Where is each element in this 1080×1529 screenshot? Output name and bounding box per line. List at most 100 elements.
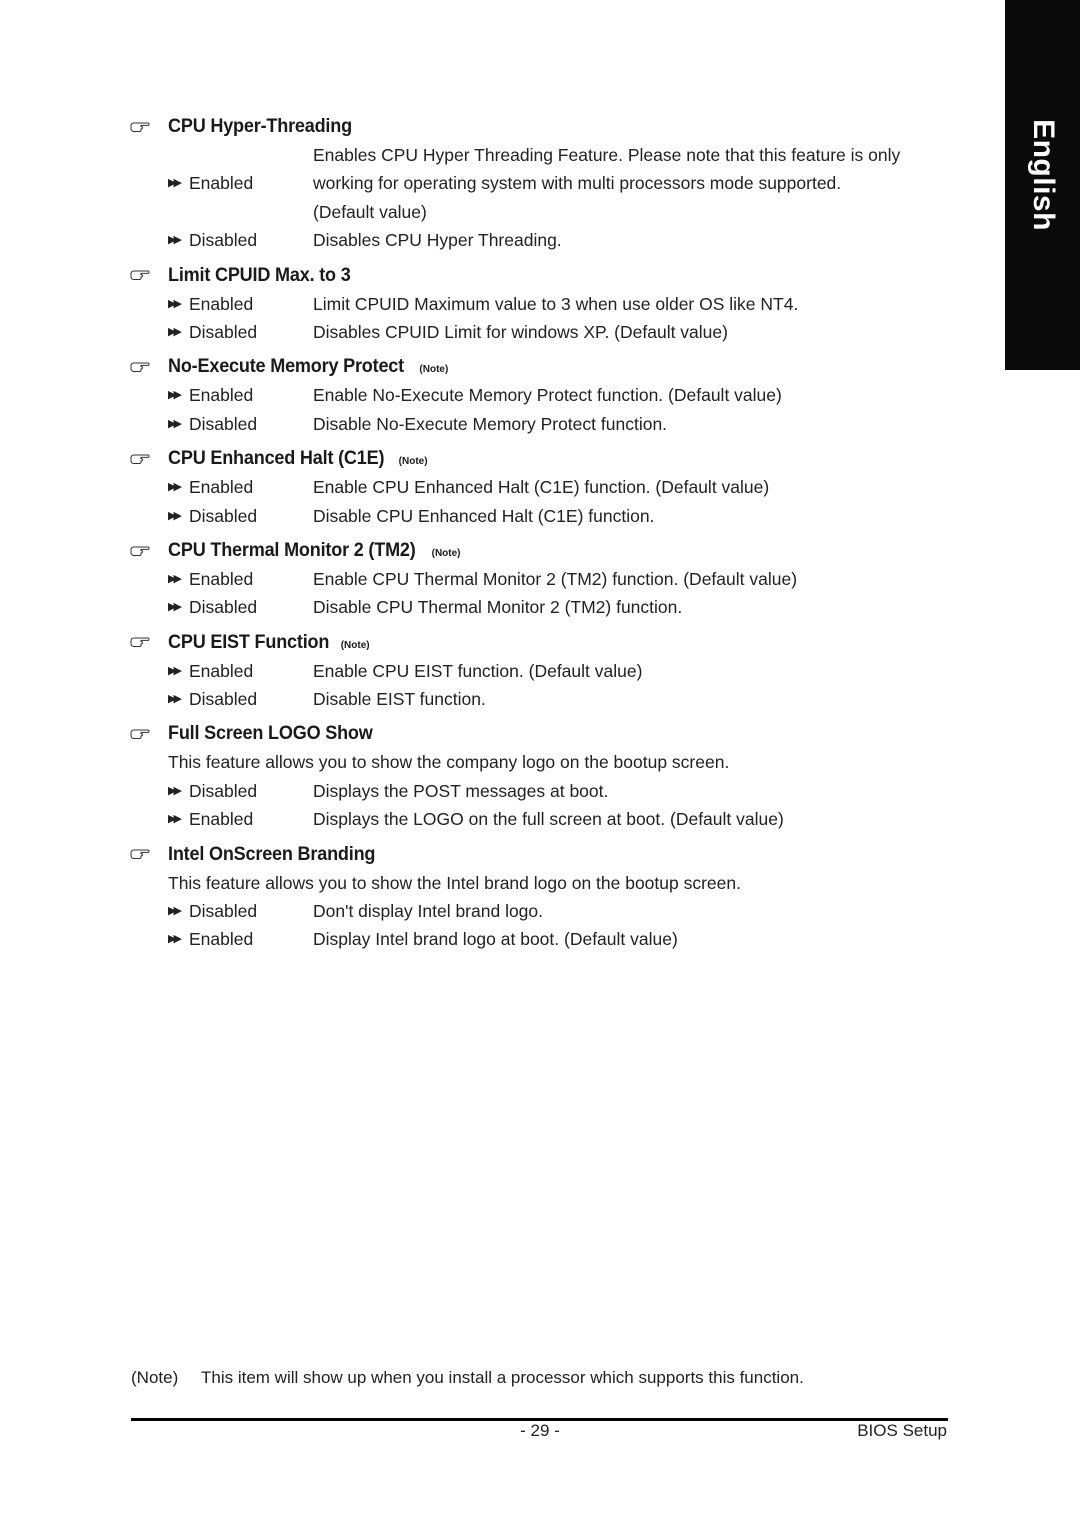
option-label: Enabled (189, 293, 254, 314)
section-intro: This feature allows you to show the comp… (168, 752, 730, 773)
pointing-hand-icon (130, 719, 168, 748)
section-heading: CPU EIST Function (Note) (130, 628, 950, 657)
double-arrow-icon: ▶▶ (168, 601, 182, 614)
option-label: Disabled (189, 689, 258, 710)
option-description-block: Disable EIST function. (313, 685, 950, 713)
option-value: ▶▶ Enabled (130, 805, 313, 833)
option-row: ▶▶ Enabled Limit CPUID Maximum value to 3 … (130, 290, 950, 318)
bios-option-section: Full Screen LOGO Show This feature allows… (130, 719, 950, 839)
option-value: ▶▶ Enabled (130, 657, 313, 685)
option-description-block: Displays the LOGO on the full screen at … (313, 805, 950, 833)
double-arrow-icon: ▶▶ (168, 177, 182, 190)
note-superscript: (Note) (340, 639, 370, 651)
option-description-block: Enables CPU Hyper Threading Feature. Ple… (313, 141, 950, 226)
option-description-block: Disable CPU Thermal Monitor 2 (TM2) func… (313, 593, 950, 621)
pointing-hand-icon (130, 261, 168, 290)
option-value: ▶▶ Enabled (130, 925, 313, 953)
double-arrow-icon: ▶▶ (168, 933, 182, 946)
section-title: CPU Hyper-Threading (168, 116, 352, 137)
note-superscript: (Note) (431, 547, 461, 559)
option-description: Disables CPUID Limit for windows XP. (De… (313, 321, 728, 342)
section-intro: This feature allows you to show the Inte… (168, 872, 741, 893)
section-heading: CPU Thermal Monitor 2 (TM2) (Note) (130, 536, 950, 565)
option-description: Enables CPU Hyper Threading Feature. Ple… (313, 145, 901, 165)
double-arrow-icon: ▶▶ (168, 693, 182, 706)
option-value: ▶▶ Enabled (130, 141, 313, 226)
option-value: ▶▶ Enabled (130, 565, 313, 593)
bios-options-list: CPU Hyper-Threading ▶▶ Enabled Enables CPU … (130, 112, 950, 960)
option-row: ▶▶ Disabled Disable CPU Enhanced Halt (C1E… (130, 502, 950, 530)
option-value: ▶▶ Disabled (130, 777, 313, 805)
option-value: ▶▶ Disabled (130, 897, 313, 925)
bios-option-section: CPU Enhanced Halt (C1E) (Note) ▶▶ Enabled En… (130, 444, 950, 536)
option-label: Enabled (189, 660, 254, 681)
option-label: Enabled (189, 568, 254, 589)
option-value: ▶▶ Disabled (130, 410, 313, 438)
option-description: Enable CPU EIST function. (Default value… (313, 660, 643, 681)
section-title: CPU EIST Function (168, 631, 330, 653)
option-description-block: Don't display Intel brand logo. (313, 897, 950, 925)
footnote-text: This item will show up when you install … (201, 1368, 804, 1387)
option-row: ▶▶ Disabled Disable No-Execute Memory Prot… (130, 410, 950, 438)
pointing-hand-icon (130, 536, 168, 565)
option-row: ▶▶ Disabled Disables CPU Hyper Threading. (130, 226, 950, 254)
footnote-label: (Note) (131, 1368, 179, 1387)
double-arrow-icon: ▶▶ (168, 297, 182, 310)
double-arrow-icon: ▶▶ (168, 572, 182, 585)
section-title: CPU Thermal Monitor 2 (TM2) (168, 539, 416, 561)
option-row: ▶▶ Enabled Enable No-Execute Memory Protec… (130, 381, 950, 409)
option-row: ▶▶ Enabled Display Intel brand logo at boo… (130, 925, 950, 953)
option-description: Enable CPU Thermal Monitor 2 (TM2) funct… (313, 568, 798, 589)
double-arrow-icon: ▶▶ (168, 481, 182, 494)
footer-section-name: BIOS Setup (857, 1421, 947, 1440)
option-label: Enabled (189, 929, 254, 950)
pointing-hand-icon (130, 628, 168, 657)
language-label: English (1026, 119, 1060, 231)
footnote: (Note) This item will show up when you i… (131, 1368, 804, 1388)
section-title: Full Screen LOGO Show (168, 723, 373, 745)
option-value: ▶▶ Disabled (130, 593, 313, 621)
option-row: ▶▶ Enabled Enable CPU EIST function. (Defa… (130, 657, 950, 685)
option-description-block: Enable CPU Enhanced Halt (C1E) function.… (313, 473, 950, 501)
double-arrow-icon: ▶▶ (168, 389, 182, 402)
option-description-block: Disables CPU Hyper Threading. (313, 226, 950, 254)
option-description-block: Enable CPU Thermal Monitor 2 (TM2) funct… (313, 565, 950, 593)
option-description-block: Disable No-Execute Memory Protect functi… (313, 410, 950, 438)
option-row: ▶▶ Enabled Enable CPU Thermal Monitor 2 (T… (130, 565, 950, 593)
section-heading: Intel OnScreen Branding (130, 840, 950, 869)
option-value: ▶▶ Disabled (130, 318, 313, 346)
option-row: ▶▶ Enabled Enables CPU Hyper Threading Fea… (130, 141, 950, 226)
option-label: Disabled (189, 321, 258, 342)
option-description: Enable No-Execute Memory Protect functio… (313, 385, 782, 406)
option-value: ▶▶ Disabled (130, 226, 313, 254)
option-description: Disable CPU Thermal Monitor 2 (TM2) func… (313, 597, 683, 618)
option-description-block: Display Intel brand logo at boot. (Defau… (313, 925, 950, 953)
section-heading: Limit CPUID Max. to 3 (130, 261, 950, 290)
option-description: Display Intel brand logo at boot. (Defau… (313, 929, 678, 950)
bios-option-section: CPU Hyper-Threading ▶▶ Enabled Enables CPU … (130, 112, 950, 261)
option-row: ▶▶ Disabled Disables CPUID Limit for windo… (130, 318, 950, 346)
option-description: Disable CPU Enhanced Halt (C1E) function… (313, 505, 655, 526)
option-description-block: Enable No-Execute Memory Protect functio… (313, 381, 950, 409)
page-number: - 29 - (520, 1421, 560, 1440)
option-value: ▶▶ Disabled (130, 502, 313, 530)
option-row: ▶▶ Enabled Displays the LOGO on the full s… (130, 805, 950, 833)
double-arrow-icon: ▶▶ (168, 784, 182, 797)
option-description: Disable No-Execute Memory Protect functi… (313, 413, 668, 434)
bios-option-section: No-Execute Memory Protect (Note) ▶▶ Enabled… (130, 352, 950, 444)
option-row: ▶▶ Disabled Displays the POST messages at … (130, 777, 950, 805)
option-description-block: Disable CPU Enhanced Halt (C1E) function… (313, 502, 950, 530)
option-description-block: Displays the POST messages at boot. (313, 777, 950, 805)
bios-option-section: CPU Thermal Monitor 2 (TM2) (Note) ▶▶ Enabl… (130, 536, 950, 628)
option-row: ▶▶ Enabled Enable CPU Enhanced Halt (C1E) … (130, 473, 950, 501)
note-superscript: (Note) (419, 364, 449, 376)
option-label: Enabled (189, 173, 254, 194)
pointing-hand-icon (130, 112, 168, 141)
double-arrow-icon: ▶▶ (168, 664, 182, 677)
option-value: ▶▶ Enabled (130, 473, 313, 501)
option-description: (Default value) (313, 201, 427, 222)
option-row: ▶▶ Disabled Don't display Intel brand logo… (130, 897, 950, 925)
option-description: Limit CPUID Maximum value to 3 when use … (313, 293, 799, 314)
pointing-hand-icon (130, 444, 168, 473)
